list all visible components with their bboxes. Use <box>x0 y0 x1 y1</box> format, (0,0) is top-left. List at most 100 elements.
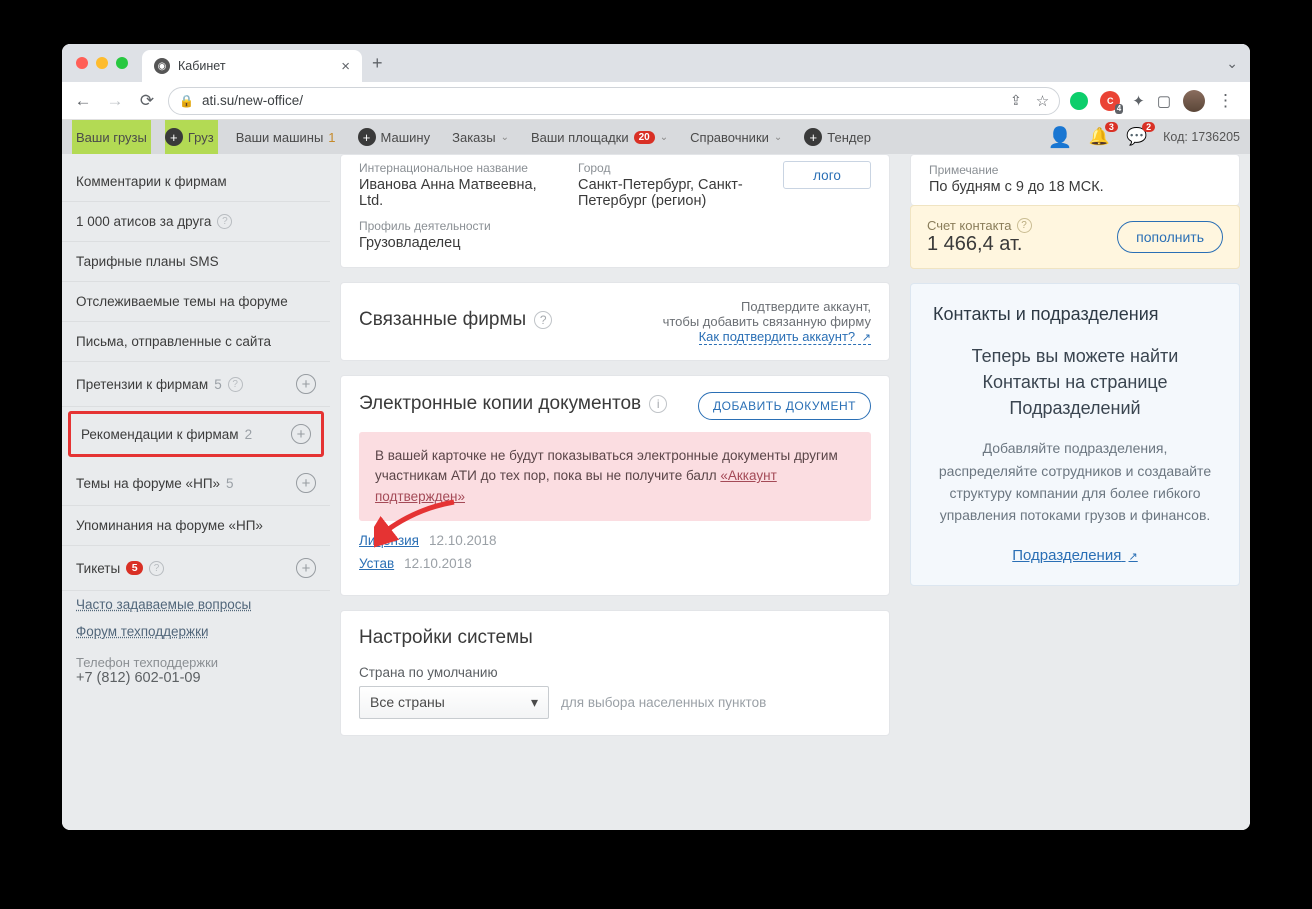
close-tab-icon[interactable]: × <box>341 58 350 75</box>
minimize-window-icon[interactable] <box>96 57 108 69</box>
help-icon[interactable]: ? <box>228 377 243 392</box>
documents-list: Лицензия 12.10.2018 Устав 12.10.2018 <box>359 533 871 571</box>
linked-firms-note: Подтвердите аккаунт, чтобы добавить связ… <box>663 299 871 344</box>
settings-card: Настройки системы Страна по умолчанию Вс… <box>340 610 890 736</box>
sidebar-item-sent-mail[interactable]: Письма, отправленные с сайта <box>62 322 330 362</box>
add-document-button[interactable]: ДОБАВИТЬ ДОКУМЕНТ <box>698 392 871 420</box>
default-country-select[interactable]: Все страны▾ <box>359 686 549 719</box>
notifications-bell-2[interactable]: 💬2 <box>1126 127 1147 147</box>
share-icon[interactable]: ⇪ <box>1010 92 1022 109</box>
documents-title: Электронные копии документовi <box>359 393 667 415</box>
user-icon[interactable]: 👤 <box>1048 125 1073 150</box>
profile-avatar[interactable] <box>1183 90 1205 112</box>
license-date: 12.10.2018 <box>429 533 497 548</box>
contacts-promo-card: Контакты и подразделения Теперь вы может… <box>910 283 1240 586</box>
bookmark-icon[interactable]: ☆ <box>1036 92 1049 110</box>
confirm-account-link[interactable]: Как подтвердить аккаунт? ↗ <box>699 329 871 345</box>
close-window-icon[interactable] <box>76 57 88 69</box>
plus-icon: + <box>358 128 376 146</box>
activity-value: Грузовладелец <box>359 235 783 251</box>
charter-link[interactable]: Устав <box>359 556 394 571</box>
sidebar-faq-link[interactable]: Часто задаваемые вопросы <box>62 591 330 618</box>
charter-date: 12.10.2018 <box>404 556 472 571</box>
sidebar-item-tickets[interactable]: Тикеты 5?+ <box>62 546 330 591</box>
titlebar: ◉ Кабинет × + ⌄ <box>62 44 1250 82</box>
sidebar: Комментарии к фирмам 1 000 атисов за дру… <box>62 154 330 830</box>
main-column: Интернациональное название Иванова Анна … <box>330 154 900 830</box>
info-icon[interactable]: i <box>649 395 667 413</box>
panel-icon[interactable]: ▢ <box>1157 92 1171 110</box>
adblock-ext-icon[interactable]: C4 <box>1100 91 1120 111</box>
help-icon[interactable]: ? <box>1017 218 1032 233</box>
sidebar-item-referral[interactable]: 1 000 атисов за друга? <box>62 202 330 242</box>
extension-icons: C4 ✦ ▢ ⋮ <box>1070 90 1240 112</box>
nav-add-truck[interactable]: +Машину <box>354 120 435 154</box>
page-content: Комментарии к фирмам 1 000 атисов за дру… <box>62 154 1250 830</box>
browser-tab[interactable]: ◉ Кабинет × <box>142 50 362 82</box>
note-label: Примечание <box>929 163 1221 177</box>
toolbar: ← → ⟳ 🔒 ati.su/new-office/ ⇪ ☆ C4 ✦ ▢ ⋮ <box>62 82 1250 120</box>
documents-card: Электронные копии документовi ДОБАВИТЬ Д… <box>340 375 890 596</box>
nav-your-trucks[interactable]: Ваши машины 1 <box>232 120 340 154</box>
intl-name-label: Интернациональное название <box>359 161 564 175</box>
lock-icon: 🔒 <box>179 94 194 108</box>
sidebar-item-sms-plans[interactable]: Тарифные планы SMS <box>62 242 330 282</box>
add-icon[interactable]: + <box>291 424 311 444</box>
url-text: ati.su/new-office/ <box>202 93 303 108</box>
tab-title: Кабинет <box>178 59 226 73</box>
sidebar-support-phone: Телефон техподдержки +7 (812) 602-01-09 <box>62 645 330 696</box>
chevron-down-icon: ▾ <box>531 694 538 711</box>
nav-add-tender[interactable]: +Тендер <box>800 120 875 154</box>
app-nav-bar: Ваши грузы +Груз Ваши машины 1 +Машину З… <box>62 120 1250 154</box>
sidebar-item-recommendations[interactable]: Рекомендации к фирмам 2+ <box>68 411 324 457</box>
help-icon[interactable]: ? <box>149 561 164 576</box>
tabs-chevron-icon[interactable]: ⌄ <box>1226 55 1238 72</box>
nav-platforms[interactable]: Ваши площадки 20⌄ <box>527 120 672 154</box>
nav-add-cargo[interactable]: +Груз <box>165 120 218 154</box>
plus-icon: + <box>804 128 822 146</box>
license-link[interactable]: Лицензия <box>359 533 419 548</box>
browser-window: ◉ Кабинет × + ⌄ ← → ⟳ 🔒 ati.su/new-offic… <box>62 44 1250 830</box>
back-button[interactable]: ← <box>72 91 94 111</box>
logo-button[interactable]: лого <box>783 161 871 189</box>
sidebar-forum-link[interactable]: Форум техподдержки <box>62 618 330 645</box>
add-icon[interactable]: + <box>296 374 316 394</box>
browser-menu-button[interactable]: ⋮ <box>1217 91 1234 111</box>
notifications-bell-1[interactable]: 🔔3 <box>1089 127 1110 147</box>
nav-orders[interactable]: Заказы⌄ <box>448 120 513 154</box>
settings-title: Настройки системы <box>359 627 871 649</box>
help-icon[interactable]: ? <box>534 311 552 329</box>
sidebar-item-watched-topics[interactable]: Отслеживаемые темы на форуме <box>62 282 330 322</box>
balance-label: Счет контакта? <box>927 218 1032 233</box>
help-icon[interactable]: ? <box>217 214 232 229</box>
sidebar-item-np-topics[interactable]: Темы на форуме «НП» 5+ <box>62 461 330 506</box>
external-link-icon: ↗ <box>862 332 871 344</box>
nav-your-cargo[interactable]: Ваши грузы <box>72 120 151 154</box>
maximize-window-icon[interactable] <box>116 57 128 69</box>
sidebar-item-claims[interactable]: Претензии к фирмам5?+ <box>62 362 330 407</box>
add-icon[interactable]: + <box>296 558 316 578</box>
right-column: Примечание По будням с 9 до 18 МСК. Счет… <box>900 154 1250 830</box>
add-icon[interactable]: + <box>296 473 316 493</box>
grammarly-ext-icon[interactable] <box>1070 92 1088 110</box>
sidebar-item-comments[interactable]: Комментарии к фирмам <box>62 162 330 202</box>
address-bar[interactable]: 🔒 ati.su/new-office/ ⇪ ☆ <box>168 87 1060 115</box>
sidebar-item-np-mentions[interactable]: Упоминания на форуме «НП» <box>62 506 330 546</box>
default-country-label: Страна по умолчанию <box>359 665 871 680</box>
balance-card: Счет контакта? 1 466,4 ат. пополнить <box>910 205 1240 269</box>
topup-button[interactable]: пополнить <box>1117 221 1223 253</box>
city-label: Город <box>578 161 783 175</box>
external-link-icon: ↗ <box>1129 551 1138 563</box>
reload-button[interactable]: ⟳ <box>136 91 158 111</box>
intl-name-value: Иванова Анна Матвеевна, Ltd. <box>359 177 564 209</box>
city-value: Санкт-Петербург, Санкт-Петербург (регион… <box>578 177 783 209</box>
nav-references[interactable]: Справочники⌄ <box>686 120 786 154</box>
contacts-title: Контакты и подразделения <box>933 304 1217 325</box>
new-tab-button[interactable]: + <box>372 53 383 74</box>
country-hint: для выбора населенных пунктов <box>561 695 766 710</box>
extensions-button[interactable]: ✦ <box>1132 92 1145 110</box>
activity-label: Профиль деятельности <box>359 219 783 233</box>
note-card: Примечание По будням с 9 до 18 МСК. <box>910 154 1240 205</box>
chevron-down-icon: ⌄ <box>660 132 668 143</box>
subdivisions-link[interactable]: Подразделения ↗ <box>1012 547 1137 564</box>
